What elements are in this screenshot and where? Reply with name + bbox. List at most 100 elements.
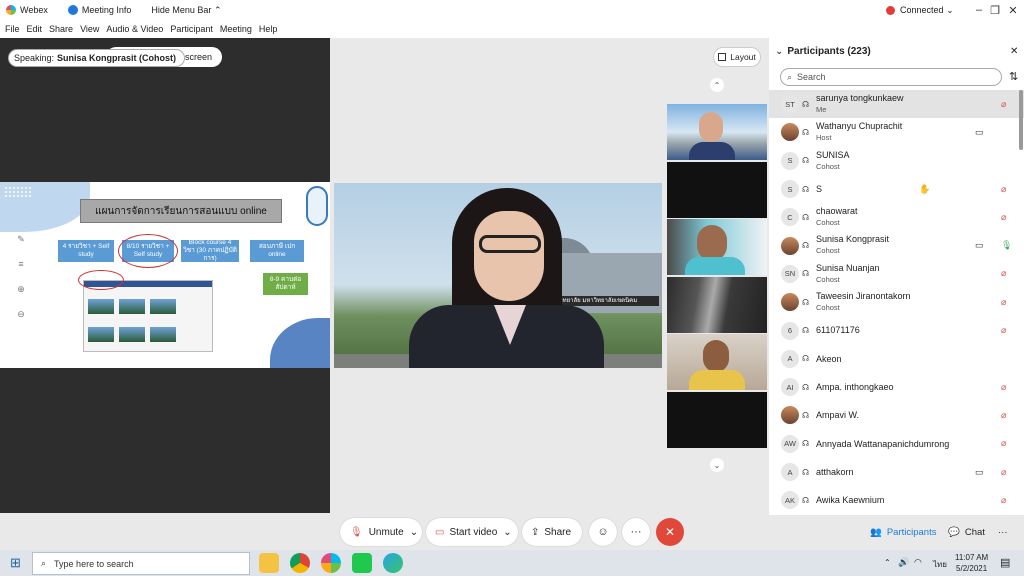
avatar [781, 293, 799, 312]
pen-icon[interactable]: ≡ [18, 259, 23, 269]
menu-file[interactable]: File [5, 24, 20, 34]
collapse-chevron-icon[interactable]: ⌄ [775, 46, 783, 57]
participants-tab-button[interactable]: 👥 Participants [870, 519, 936, 545]
participant-video-thumb[interactable] [667, 219, 767, 275]
muted-mic-icon[interactable]: ⌀ [1001, 410, 1006, 421]
meeting-info-button[interactable]: Meeting Info [67, 5, 131, 15]
participant-row[interactable]: S ☊ S ✋ ⌀ [769, 175, 1024, 203]
slide-box: สอบภาษี เปก online [250, 240, 304, 262]
avatar: S [781, 180, 799, 199]
muted-mic-icon[interactable]: ⌀ [1001, 268, 1006, 279]
close-window-button[interactable]: ✕ [1002, 0, 1024, 20]
muted-mic-icon: 🎙 [350, 526, 363, 538]
muted-mic-icon[interactable]: ⌀ [1001, 212, 1006, 223]
line-app-icon[interactable] [352, 553, 372, 573]
muted-mic-icon[interactable]: ⌀ [1001, 325, 1006, 336]
menu-participant[interactable]: Participant [170, 24, 213, 34]
connection-icon [886, 5, 895, 15]
scroll-up-button[interactable]: ⌃ [710, 78, 724, 92]
participant-video-thumb[interactable] [667, 277, 767, 333]
menu-audio-video[interactable]: Audio & Video [106, 24, 163, 34]
muted-mic-icon[interactable]: ⌀ [1001, 184, 1006, 195]
menu-view[interactable]: View [80, 24, 99, 34]
participant-row[interactable]: ☊ Sunisa Kongprasit Cohost ▭ 🎙 [769, 231, 1024, 259]
menu-share[interactable]: Share [49, 24, 73, 34]
participant-row[interactable]: S ☊ SUNISA Cohost [769, 147, 1024, 175]
participant-row[interactable]: 6 ☊ 611071176 ⌀ [769, 316, 1024, 344]
participant-video-thumb[interactable] [667, 392, 767, 448]
muted-mic-icon[interactable]: ⌀ [1001, 467, 1006, 478]
participant-row[interactable]: A ☊ atthakorn ▭ ⌀ [769, 458, 1024, 486]
panel-scrollbar[interactable] [1019, 90, 1023, 150]
participant-name: Ampa. inthongkaeo [816, 381, 894, 392]
search-icon: ⌕ [41, 558, 47, 568]
close-panel-icon[interactable]: ✕ [1010, 46, 1018, 57]
active-speaker-video[interactable]: มหาวิทยาลัย มหาวิทยาลัยเขตนิคม [334, 183, 662, 368]
leave-meeting-button[interactable]: ✕ [656, 518, 684, 546]
participant-row[interactable]: SN ☊ Sunisa Nuanjan Cohost ⌀ [769, 260, 1024, 288]
unmute-button[interactable]: 🎙 Unmute ⌄ [340, 518, 422, 546]
panel-more-button[interactable]: ··· [998, 519, 1008, 545]
more-options-button[interactable]: ··· [622, 518, 650, 546]
audio-device-icon: ☊ [802, 297, 810, 307]
participant-row[interactable]: A ☊ Akeon [769, 345, 1024, 373]
chat-tab-button[interactable]: 💬 Chat [948, 519, 985, 545]
webex-taskbar-icon[interactable] [321, 553, 341, 573]
edge-icon[interactable] [383, 553, 403, 573]
file-explorer-icon[interactable] [259, 553, 279, 573]
menu-bar: File Edit Share View Audio & Video Parti… [0, 20, 1024, 38]
share-icon: ⇪ [531, 526, 540, 538]
mic-on-icon[interactable]: 🎙 [1001, 240, 1012, 251]
language-indicator[interactable]: ไทย [933, 558, 947, 571]
participant-row[interactable]: C ☊ chaowarat Cohost ⌀ [769, 203, 1024, 231]
participant-row[interactable]: ☊ Taweesin Jiranontakorn Cohost ⌀ [769, 288, 1024, 316]
avatar: ST [781, 95, 799, 114]
menu-edit[interactable]: Edit [27, 24, 43, 34]
participant-name: Akeon [816, 353, 842, 364]
muted-mic-icon[interactable]: ⌀ [1001, 495, 1006, 506]
participant-row[interactable]: AW ☊ Annyada Wattanapanichdumrong ⌀ [769, 430, 1024, 458]
muted-mic-icon[interactable]: ⌀ [1001, 297, 1006, 308]
participant-name: Taweesin Jiranontakorn [816, 291, 911, 302]
taskbar-search-input[interactable]: ⌕ Type here to search [32, 552, 250, 575]
info-icon [67, 5, 78, 15]
avatar [781, 123, 799, 142]
start-video-button[interactable]: ▭ Start video ⌄ [426, 518, 518, 546]
participant-video-thumb[interactable] [667, 334, 767, 390]
participant-row[interactable]: ☊ Wathanyu Chuprachit Host ▭ [769, 118, 1024, 146]
network-icon[interactable]: ◠ [914, 557, 922, 568]
participant-video-thumb[interactable] [667, 104, 767, 160]
muted-mic-icon[interactable]: ⌀ [1001, 382, 1006, 393]
menu-meeting[interactable]: Meeting [220, 24, 252, 34]
participant-video-thumb[interactable] [667, 162, 767, 218]
people-icon: 👥 [870, 526, 882, 538]
more-icon: ··· [630, 526, 642, 538]
participant-row[interactable]: AI ☊ Ampa. inthongkaeo ⌀ [769, 373, 1024, 401]
sort-icon[interactable]: ⇅ [1009, 70, 1018, 83]
layout-button[interactable]: Layout [713, 47, 761, 67]
muted-mic-icon[interactable]: ⌀ [1001, 438, 1006, 449]
camera-icon: ▭ [975, 240, 984, 251]
reactions-button[interactable]: ☺ [589, 518, 617, 546]
participant-role: Cohost [816, 274, 840, 284]
zoom-in-icon[interactable]: ⊕ [17, 284, 25, 295]
zoom-out-icon[interactable]: ⊖ [17, 309, 25, 320]
connection-status[interactable]: Connected ⌄ [886, 5, 954, 16]
notifications-icon[interactable]: ▤ [1000, 556, 1010, 569]
hide-menu-bar-button[interactable]: Hide Menu Bar ⌃ [151, 5, 221, 16]
participant-search-input[interactable]: ⌕ Search [780, 68, 1002, 86]
windows-start-icon[interactable]: ⊞ [10, 555, 21, 571]
volume-icon[interactable]: 🔊 [898, 557, 909, 568]
scroll-down-button[interactable]: ⌄ [710, 458, 724, 472]
participant-row[interactable]: ST ☊ sarunya tongkunkaew Me ⌀ [769, 90, 1024, 119]
participant-row[interactable]: ☊ Ampavi W. ⌀ [769, 401, 1024, 429]
share-button[interactable]: ⇪ Share [522, 518, 582, 546]
raised-hand-icon: ✋ [919, 183, 931, 194]
chrome-icon[interactable] [290, 553, 310, 573]
menu-help[interactable]: Help [259, 24, 278, 34]
participant-row[interactable]: AK ☊ Awika Kaewnium ⌀ [769, 486, 1024, 514]
pointer-icon[interactable]: ✎ [17, 234, 25, 245]
taskbar-clock[interactable]: 11:07 AM 5/2/2021 [955, 552, 988, 574]
muted-mic-icon[interactable]: ⌀ [1001, 99, 1006, 110]
tray-chevron-icon[interactable]: ⌃ [884, 558, 891, 567]
